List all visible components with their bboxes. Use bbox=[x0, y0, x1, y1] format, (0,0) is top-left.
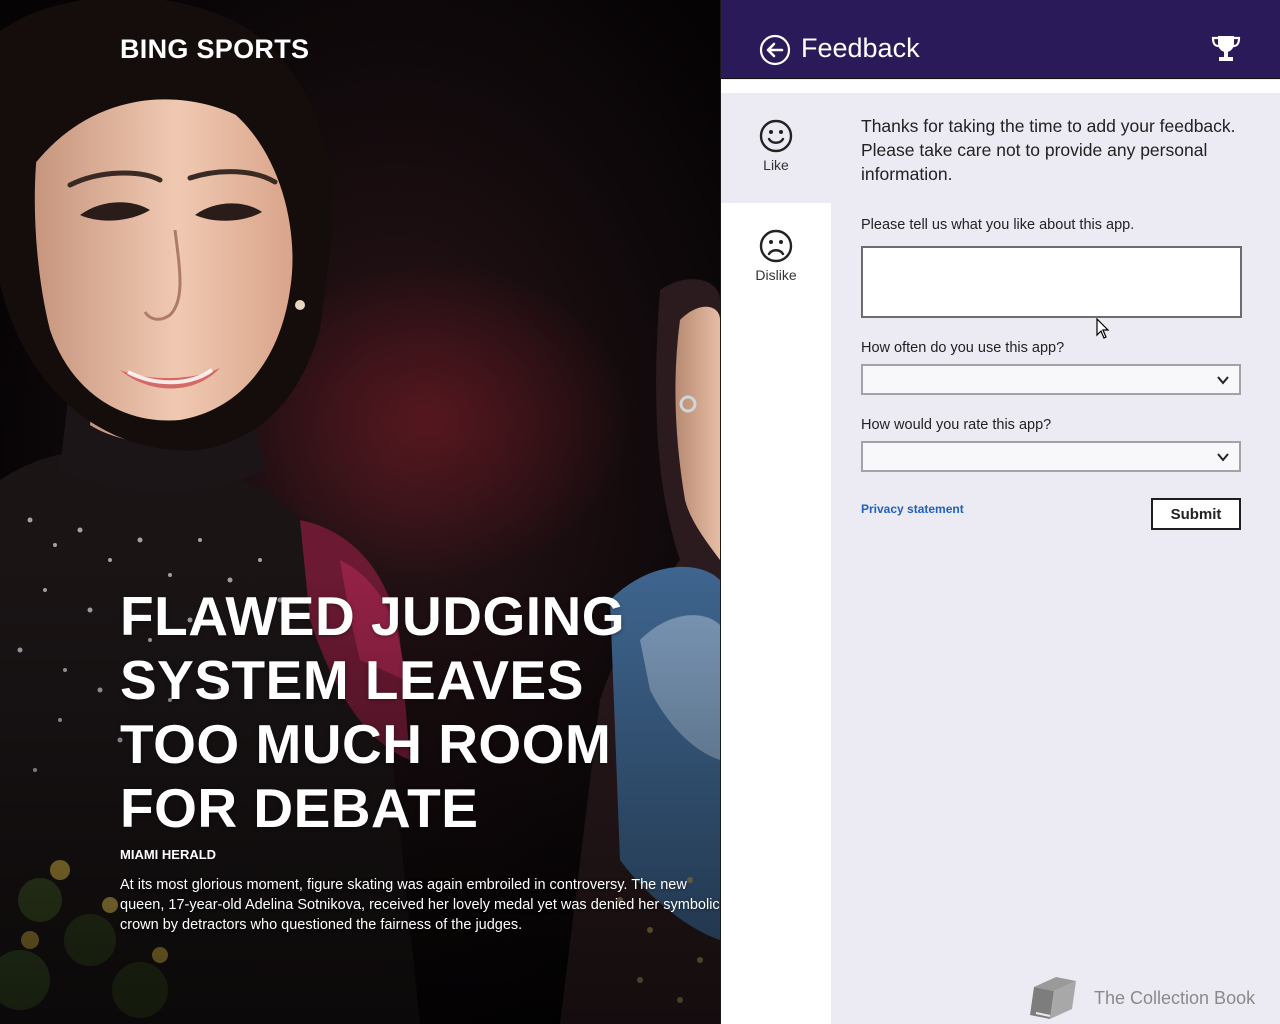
tab-like-label: Like bbox=[763, 157, 789, 173]
frown-face-icon bbox=[759, 229, 793, 263]
smiley-face-icon bbox=[759, 119, 793, 153]
article-source: MIAMI HERALD bbox=[120, 847, 217, 862]
tab-dislike[interactable]: Dislike bbox=[721, 203, 831, 313]
flyout-title: Feedback bbox=[801, 33, 920, 63]
tab-dislike-label: Dislike bbox=[755, 267, 797, 283]
book-icon bbox=[1030, 977, 1076, 1019]
frequency-select[interactable] bbox=[861, 364, 1241, 395]
back-button[interactable] bbox=[759, 34, 791, 66]
submit-button[interactable]: Submit bbox=[1151, 498, 1241, 530]
app-title[interactable]: BING SPORTS bbox=[120, 34, 309, 65]
watermark: The Collection Book bbox=[1026, 973, 1266, 1023]
trophy-icon bbox=[1211, 33, 1241, 63]
header-divider bbox=[721, 80, 1280, 93]
rating-question-label: How would you rate this app? bbox=[861, 417, 1052, 433]
chevron-down-icon bbox=[1217, 453, 1229, 462]
rating-select[interactable] bbox=[861, 441, 1241, 472]
frequency-question-label: How often do you use this app? bbox=[861, 340, 1065, 356]
chevron-down-icon bbox=[1217, 376, 1229, 385]
feedback-flyout: Feedback Like Dislike Thanks for taking … bbox=[720, 0, 1280, 1024]
back-arrow-icon bbox=[759, 34, 791, 66]
article-headline[interactable]: FLAWED JUDGING SYSTEM LEAVES TOO MUCH RO… bbox=[120, 584, 710, 840]
tab-like[interactable]: Like bbox=[721, 93, 831, 203]
feedback-intro: Thanks for taking the time to add your f… bbox=[861, 116, 1236, 184]
flyout-header: Feedback bbox=[721, 0, 1280, 79]
article-hero[interactable]: BING SPORTS FLAWED JUDGING SYSTEM LEAVES… bbox=[0, 0, 720, 1024]
like-question-label: Please tell us what you like about this … bbox=[861, 217, 1135, 233]
feedback-type-tabs: Like Dislike bbox=[721, 93, 831, 1024]
watermark-text: The Collection Book bbox=[1094, 988, 1256, 1008]
hero-photo bbox=[0, 0, 720, 1024]
like-feedback-input[interactable] bbox=[861, 246, 1242, 318]
article-summary: At its most glorious moment, figure skat… bbox=[120, 877, 720, 933]
privacy-statement-link[interactable]: Privacy statement bbox=[861, 502, 964, 516]
